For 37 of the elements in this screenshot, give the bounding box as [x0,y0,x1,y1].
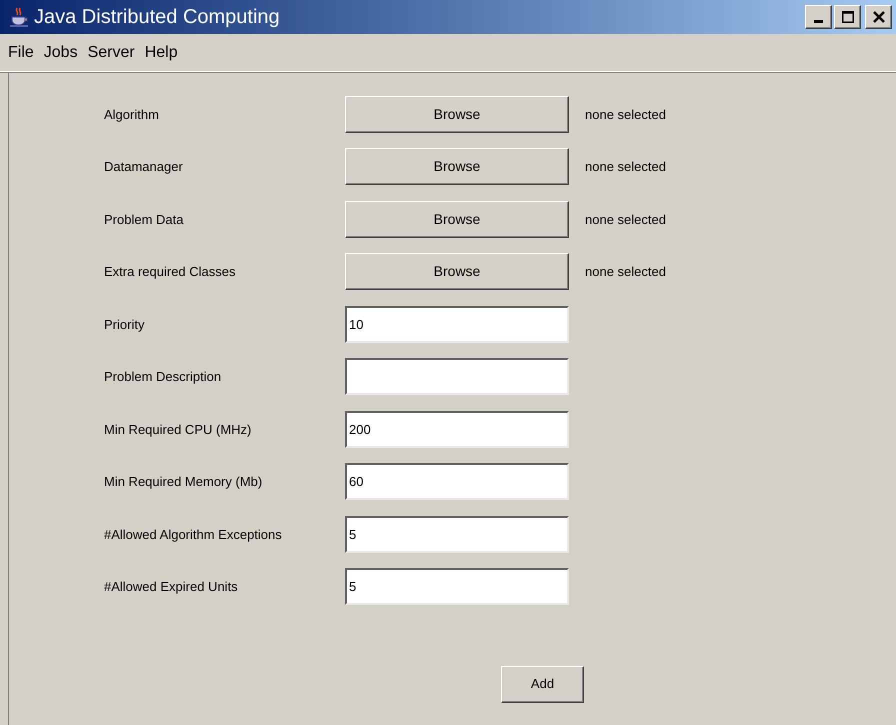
add-button[interactable]: Add [501,666,584,702]
browse-button[interactable]: Browse [345,148,569,186]
minimize-button[interactable] [805,5,832,29]
field-label: Priority [104,316,144,334]
field-label: #Allowed Algorithm Exceptions [104,526,282,544]
close-icon [872,11,884,23]
maximize-icon [842,11,854,23]
coffee-cup-icon [8,6,30,28]
input-field[interactable]: 10 [345,306,569,343]
menu-item[interactable]: File [3,40,39,64]
field-label: Problem Data [104,210,184,228]
file-status: none selected [585,210,666,228]
window-title: Java Distributed Computing [34,5,280,30]
minimize-icon [814,20,823,22]
field-label: Problem Description [104,368,222,386]
browse-button[interactable]: Browse [345,96,569,133]
field-label: Extra required Classes [104,263,236,281]
maximize-button[interactable] [834,5,861,29]
file-status: none selected [585,158,666,176]
browse-button[interactable]: Browse [345,200,569,238]
input-field[interactable] [345,358,569,396]
input-field[interactable]: 5 [345,516,569,553]
field-label: Datamanager [104,158,183,176]
field-label: Min Required Memory (Mb) [104,473,262,491]
close-button[interactable] [865,5,892,29]
file-status: none selected [585,263,666,281]
input-field[interactable]: 5 [345,568,569,606]
file-status: none selected [585,106,666,124]
menu-item[interactable]: Jobs [38,40,83,64]
input-field[interactable]: 200 [345,410,569,448]
browse-button[interactable]: Browse [345,253,569,290]
field-label: #Allowed Expired Units [104,578,238,596]
field-label: Min Required CPU (MHz) [104,420,252,439]
menu-item[interactable]: Server [82,40,140,64]
field-label: Algorithm [104,106,159,124]
menu-item[interactable]: Help [140,40,183,64]
input-field[interactable]: 60 [345,463,569,500]
